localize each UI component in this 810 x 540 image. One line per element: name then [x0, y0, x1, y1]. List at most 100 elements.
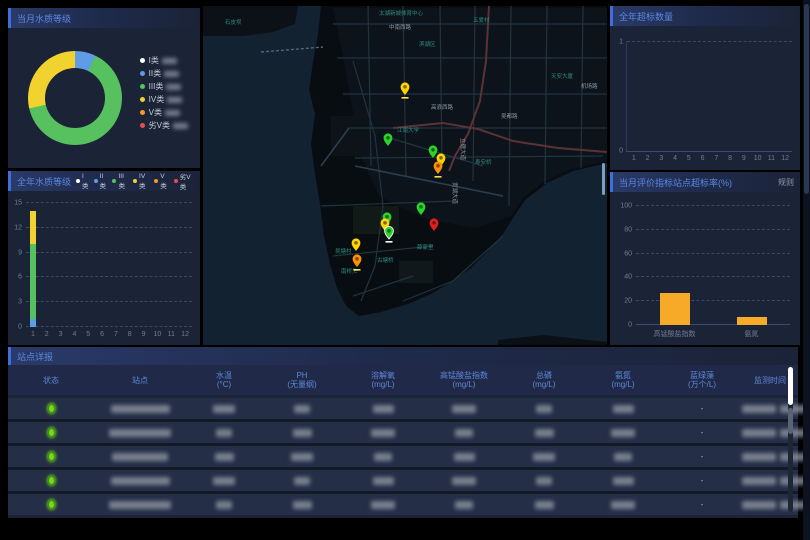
- redacted-value: [94, 453, 186, 461]
- map-label: 吴塘村: [335, 247, 352, 255]
- table-body: - - - - -: [8, 398, 798, 515]
- map-label: 中南西路: [389, 23, 412, 31]
- donut-hole: [45, 68, 105, 128]
- table-column-headers: 状态站点水温(°C)PH(无量纲)溶解氧(mg/L)高锰酸盐指数(mg/L)总磷…: [8, 365, 798, 395]
- column-header: 溶解氧(mg/L): [342, 371, 424, 389]
- legend-item[interactable]: 劣V类: [174, 171, 194, 191]
- column-header: PH(无量纲): [262, 371, 342, 389]
- legend-item[interactable]: III类: [112, 173, 128, 190]
- redacted-value: [424, 429, 504, 437]
- quality-donut-chart[interactable]: [28, 51, 122, 145]
- table-header-bar: 站点详报: [8, 347, 798, 365]
- map-label: 石皮坝: [225, 18, 242, 26]
- redacted-value: [94, 429, 186, 437]
- legend-item[interactable]: II类: [140, 67, 188, 80]
- redacted-value: [262, 453, 342, 461]
- legend-item[interactable]: IV类: [140, 93, 188, 106]
- status-dot: [47, 475, 56, 486]
- table-row[interactable]: -: [8, 494, 798, 515]
- redacted-value: [186, 405, 262, 413]
- redacted-value: [342, 477, 424, 485]
- panel-title: 当月水质等级: [17, 12, 71, 25]
- legend-item[interactable]: I类: [76, 173, 89, 190]
- map-label: 天安大厦: [551, 72, 574, 80]
- panel-title: 当月评价指标站点超标率(%): [619, 176, 732, 189]
- redacted-value: [584, 429, 662, 437]
- redacted-value: [424, 405, 504, 413]
- redacted-value: [94, 501, 186, 509]
- table-row[interactable]: -: [8, 446, 798, 467]
- redacted-datetime: [742, 429, 810, 437]
- redacted-value: [504, 429, 584, 437]
- map-label: 南桥头: [341, 267, 358, 275]
- algae-value: -: [662, 476, 742, 485]
- table-scrollbar-thumb-secondary[interactable]: [788, 408, 793, 434]
- table-row[interactable]: -: [8, 470, 798, 491]
- rate-bar[interactable]: [737, 317, 767, 325]
- table-scrollbar-track[interactable]: [788, 367, 793, 512]
- redacted-value: [262, 405, 342, 413]
- city-map[interactable]: 石皮坝太湖新城体育中心中南西路滨湖区五爱村机场路天安大厦高浪西路江南大学吴都路寿…: [203, 6, 607, 345]
- panel-title: 全年超标数量: [619, 10, 673, 23]
- stacked-bar-segment[interactable]: [30, 244, 36, 318]
- table-scrollbar-thumb[interactable]: [788, 367, 793, 405]
- status-dot: [47, 451, 56, 462]
- legend-item[interactable]: V类: [140, 106, 188, 119]
- map-label: 太湖新城体育中心: [379, 9, 424, 17]
- algae-value: -: [662, 452, 742, 461]
- redacted-value: [342, 405, 424, 413]
- page-scrollbar-thumb[interactable]: [804, 4, 809, 194]
- panel-header: 全年水质等级 I类II类III类IV类V类劣V类: [8, 171, 200, 191]
- map-label: 贡湖大道: [451, 182, 459, 205]
- algae-value: -: [662, 404, 742, 413]
- status-dot: [47, 403, 56, 414]
- redacted-value: [584, 501, 662, 509]
- rules-link[interactable]: 规则: [778, 177, 794, 188]
- legend-item[interactable]: I类: [140, 54, 188, 67]
- map-label: 五爱村: [473, 16, 490, 24]
- redacted-datetime: [742, 405, 810, 413]
- page-scrollbar-track[interactable]: [803, 0, 810, 540]
- column-header: 高锰酸盐指数(mg/L): [424, 371, 504, 389]
- redacted-value: [262, 501, 342, 509]
- quality-legend: I类II类III类IV类V类劣V类: [140, 54, 188, 132]
- panel-header: 当月评价指标站点超标率(%) 规则: [610, 172, 800, 192]
- redacted-value: [186, 477, 262, 485]
- table-title: 站点详报: [17, 350, 53, 363]
- legend-item[interactable]: 劣V类: [140, 119, 188, 132]
- column-header: 状态: [8, 376, 94, 385]
- map-label: 古塘桥: [377, 256, 394, 264]
- column-header: 水温(°C): [186, 371, 262, 389]
- rate-bar[interactable]: [660, 293, 690, 325]
- redacted-value: [342, 429, 424, 437]
- legend-item[interactable]: V类: [154, 173, 169, 190]
- pin-tag: [435, 176, 442, 178]
- map-label: 江南大学: [397, 126, 420, 134]
- redacted-datetime: [742, 501, 810, 509]
- redacted-value: [162, 58, 177, 64]
- redacted-value: [165, 110, 180, 116]
- panel-yearly-quality: 全年水质等级 I类II类III类IV类V类劣V类 036912151234567…: [8, 171, 200, 345]
- table-row[interactable]: -: [8, 422, 798, 443]
- map-label: 立德大道: [459, 138, 467, 161]
- redacted-value: [262, 429, 342, 437]
- monthly-rate-plot: 020406080100高锰酸盐指数氨氮: [636, 206, 790, 325]
- stacked-bar-segment[interactable]: [30, 319, 36, 327]
- column-header: 总磷(mg/L): [504, 371, 584, 389]
- map-label: 滨湖区: [419, 40, 436, 48]
- map-scrollbar[interactable]: [602, 163, 605, 195]
- legend-item[interactable]: III类: [140, 80, 188, 93]
- column-header: 蓝绿藻(万个/L): [662, 371, 742, 389]
- stacked-bar-segment[interactable]: [30, 211, 36, 244]
- pin-tag: [402, 97, 409, 99]
- table-row[interactable]: -: [8, 398, 798, 419]
- yearly-quality-legend: I类 II类 III类 IV类 V类劣V类: [71, 171, 194, 191]
- legend-item[interactable]: IV类: [133, 173, 149, 190]
- redacted-value: [504, 477, 584, 485]
- redacted-value: [167, 97, 182, 103]
- redacted-value: [342, 453, 424, 461]
- column-header: 站点: [94, 376, 186, 385]
- panel-monthly-quality: 当月水质等级 I类II类III类IV类V类劣V类: [8, 8, 200, 168]
- redacted-value: [424, 453, 504, 461]
- legend-item[interactable]: II类: [94, 173, 108, 190]
